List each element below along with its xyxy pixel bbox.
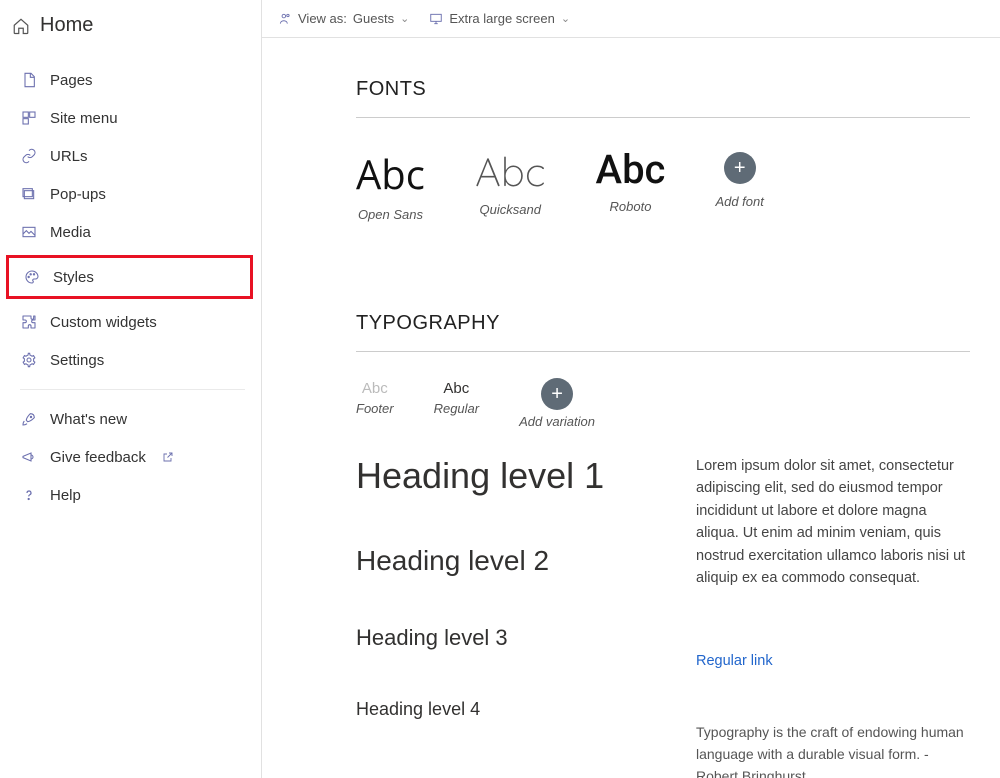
monitor-icon	[429, 12, 443, 26]
sidebar-item-feedback[interactable]: Give feedback	[0, 438, 261, 476]
content: FONTS Abc Open Sans Abc Quicksand Abc Ro…	[262, 38, 1000, 778]
heading-level-4: Heading level 4	[356, 699, 656, 720]
regular-link[interactable]: Regular link	[696, 650, 970, 672]
font-sample: Abc	[475, 146, 546, 196]
sidebar-item-sitemenu[interactable]: Site menu	[0, 99, 261, 137]
heading-level-2: Heading level 2	[356, 545, 656, 577]
sidebar-item-label: URLs	[50, 148, 88, 165]
sidebar-item-settings[interactable]: Settings	[0, 341, 261, 379]
plus-icon: +	[724, 152, 756, 184]
sidebar-item-label: Pop-ups	[50, 186, 106, 203]
tab-name: Footer	[356, 401, 394, 416]
sidebar-item-customwidgets[interactable]: Custom widgets	[0, 303, 261, 341]
sidebar-item-whatsnew[interactable]: What's new	[0, 400, 261, 438]
rocket-icon	[20, 410, 38, 428]
font-name: Quicksand	[475, 202, 546, 217]
font-card[interactable]: Abc Open Sans	[356, 146, 425, 222]
sidebar-item-help[interactable]: Help	[0, 476, 261, 514]
fonts-section-title: FONTS	[356, 78, 970, 101]
topbar: View as: Guests ⌄ Extra large screen ⌄	[262, 0, 1000, 38]
external-link-icon	[162, 451, 174, 463]
typography-section-title: TYPOGRAPHY	[356, 312, 970, 335]
sidebar-item-styles[interactable]: Styles	[9, 258, 250, 296]
sidebar-item-pages[interactable]: Pages	[0, 61, 261, 99]
sidebar-item-popups[interactable]: Pop-ups	[0, 175, 261, 213]
sidebar-item-label: Custom widgets	[50, 314, 157, 331]
sitemenu-icon	[20, 109, 38, 127]
tab-name: Regular	[434, 401, 480, 416]
font-name: Open Sans	[356, 207, 425, 222]
megaphone-icon	[20, 448, 38, 466]
typography-tab-footer[interactable]: Abc Footer	[356, 380, 394, 416]
add-font-label: Add font	[715, 194, 763, 209]
section-divider	[356, 351, 970, 352]
font-card[interactable]: Abc Roboto	[596, 146, 666, 214]
topbar-screen[interactable]: Extra large screen ⌄	[429, 11, 570, 26]
heading-level-3: Heading level 3	[356, 625, 656, 651]
topbar-viewas-value: Guests	[353, 11, 394, 26]
add-variation-label: Add variation	[519, 414, 595, 429]
help-icon	[20, 486, 38, 504]
sidebar-nav: Pages Site menu URLs Pop-ups	[0, 51, 261, 514]
topbar-viewas[interactable]: View as: Guests ⌄	[278, 11, 409, 26]
add-variation[interactable]: + Add variation	[519, 380, 595, 429]
typography-body: Lorem ipsum dolor sit amet, consectetur …	[696, 455, 970, 778]
section-divider	[356, 117, 970, 118]
sidebar-home[interactable]: Home	[0, 0, 261, 51]
sidebar-separator	[20, 389, 245, 390]
person-icon	[278, 12, 292, 26]
chevron-down-icon: ⌄	[400, 12, 409, 25]
gear-icon	[20, 351, 38, 369]
link-icon	[20, 147, 38, 165]
palette-icon	[23, 268, 41, 286]
page-icon	[20, 71, 38, 89]
topbar-screen-value: Extra large screen	[449, 11, 555, 26]
lorem-paragraph: Lorem ipsum dolor sit amet, consectetur …	[696, 455, 970, 590]
sidebar-item-label: What's new	[50, 411, 127, 428]
typography-tab-regular[interactable]: Abc Regular	[434, 380, 480, 416]
typography-tabs: Abc Footer Abc Regular + Add variation	[356, 380, 970, 429]
heading-level-1: Heading level 1	[356, 455, 656, 497]
plus-icon: +	[541, 378, 573, 410]
sidebar-item-label: Give feedback	[50, 449, 146, 466]
sidebar-item-label: Pages	[50, 72, 93, 89]
chevron-down-icon: ⌄	[561, 12, 570, 25]
sidebar-item-label: Help	[50, 487, 81, 504]
font-card[interactable]: Abc Quicksand	[475, 146, 546, 217]
typography-headings: Heading level 1 Heading level 2 Heading …	[356, 455, 656, 778]
sidebar-item-label: Settings	[50, 352, 104, 369]
tab-sample: Abc	[356, 380, 394, 397]
tab-sample: Abc	[434, 380, 480, 397]
quote-text: Typography is the craft of endowing huma…	[696, 722, 970, 778]
puzzle-icon	[20, 313, 38, 331]
sidebar-item-label: Site menu	[50, 110, 118, 127]
fonts-list: Abc Open Sans Abc Quicksand Abc Roboto +…	[356, 146, 970, 222]
topbar-viewas-prefix: View as:	[298, 11, 347, 26]
sidebar-item-media[interactable]: Media	[0, 213, 261, 251]
sidebar-item-label: Styles	[53, 269, 94, 286]
font-sample: Abc	[356, 146, 425, 201]
sidebar-home-label: Home	[40, 14, 93, 37]
popup-icon	[20, 185, 38, 203]
sidebar-item-styles-highlight: Styles	[6, 255, 253, 299]
sidebar: Home Pages Site menu URLs	[0, 0, 262, 778]
sidebar-item-label: Media	[50, 224, 91, 241]
sidebar-item-urls[interactable]: URLs	[0, 137, 261, 175]
add-font[interactable]: + Add font	[715, 146, 763, 209]
home-icon	[12, 17, 30, 35]
media-icon	[20, 223, 38, 241]
font-name: Roboto	[596, 199, 666, 214]
font-sample: Abc	[596, 146, 666, 193]
